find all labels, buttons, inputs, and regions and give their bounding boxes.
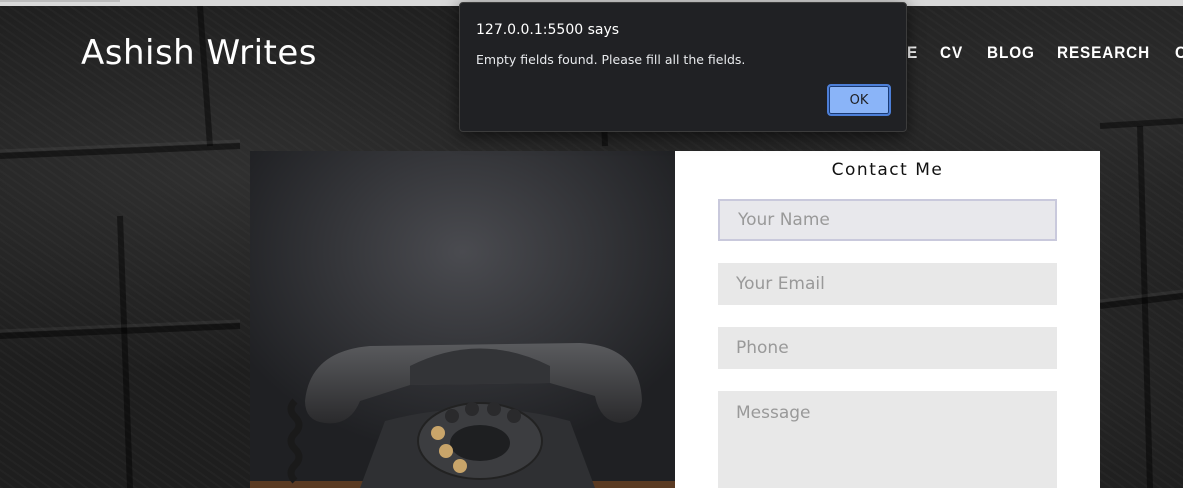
contact-title: Contact Me: [831, 160, 944, 180]
email-input[interactable]: Your Email: [718, 263, 1057, 305]
dialog-message: Empty fields found. Please fill all the …: [476, 52, 746, 67]
nav-item-cv[interactable]: CV: [940, 43, 963, 63]
nav-item-blog[interactable]: BLOG: [987, 43, 1035, 63]
message-textarea[interactable]: Message: [718, 391, 1057, 488]
nav-item-research[interactable]: RESEARCH: [1057, 43, 1150, 63]
tab-indicator: [0, 0, 120, 2]
phone-input[interactable]: Phone: [718, 327, 1057, 369]
nav-item-home[interactable]: E: [907, 43, 918, 63]
contact-form-panel: Contact Me Your Name Your Email Phone Me…: [675, 151, 1100, 488]
alert-dialog: 127.0.0.1:5500 says Empty fields found. …: [459, 2, 907, 132]
dialog-origin: 127.0.0.1:5500 says: [476, 22, 620, 38]
name-input[interactable]: Your Name: [718, 199, 1057, 241]
nav-item-contact[interactable]: C: [1175, 43, 1183, 63]
hero-telephone-image: [250, 151, 675, 488]
ok-button[interactable]: OK: [827, 84, 891, 116]
rotary-telephone-icon: [250, 151, 675, 488]
